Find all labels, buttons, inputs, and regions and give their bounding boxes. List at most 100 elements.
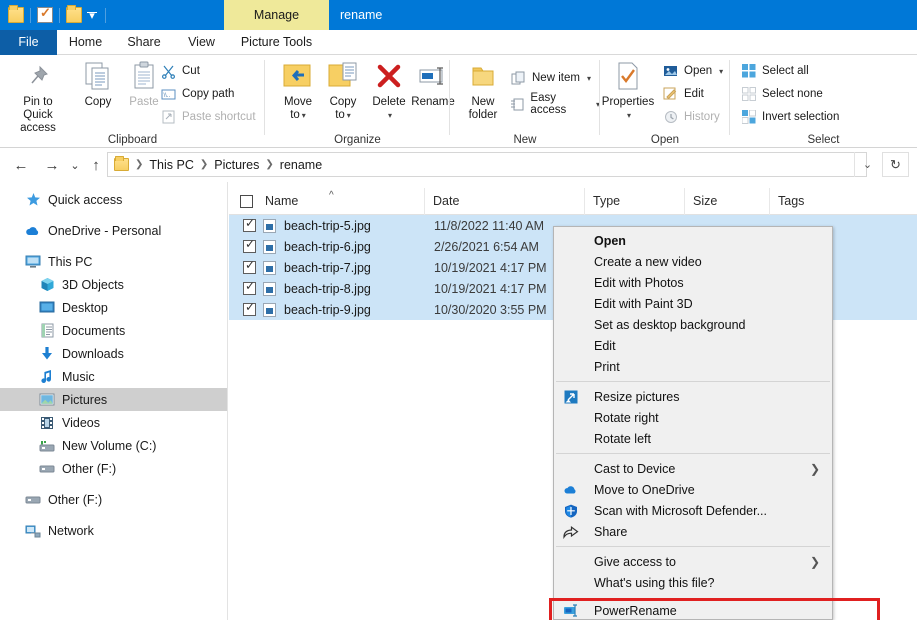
qat-divider (105, 7, 106, 23)
menu-label: PowerRename (594, 603, 677, 618)
address-dropdown-icon[interactable]: ⌄ (854, 152, 880, 177)
sidebar-item-onedrive[interactable]: OneDrive - Personal (0, 219, 227, 242)
folder-icon[interactable] (8, 5, 24, 23)
menu-item-rotate-left[interactable]: Rotate left (554, 428, 832, 449)
sidebar-item-videos[interactable]: Videos (0, 411, 227, 434)
tab-picture-tools[interactable]: Picture Tools (229, 30, 324, 55)
sidebar-item-other-f-child[interactable]: Other (F:) (0, 457, 227, 480)
column-header-size[interactable]: Size (684, 188, 769, 215)
sidebar-item-new-volume-c[interactable]: New Volume (C:) (0, 434, 227, 457)
menu-item-scan-with-microsoft-defender[interactable]: Scan with Microsoft Defender... (554, 500, 832, 521)
history-button[interactable]: History (662, 106, 720, 128)
breadcrumb-rename[interactable]: rename (280, 158, 322, 172)
easy-access-button[interactable]: Easy access ▾ (510, 92, 600, 116)
menu-item-powerrename[interactable]: PowerRename (554, 600, 832, 620)
row-checkbox[interactable] (243, 300, 256, 316)
desktop-icon (38, 300, 56, 316)
select-none-button[interactable]: Select none (740, 83, 823, 105)
menu-item-cast-to-device[interactable]: Cast to Device ❯ (554, 458, 832, 479)
menu-label: Set as desktop background (594, 317, 746, 332)
menu-label: Print (594, 359, 620, 374)
sidebar-label: New Volume (C:) (62, 438, 157, 453)
column-header-type[interactable]: Type (584, 188, 684, 215)
menu-item-open[interactable]: Open (554, 230, 832, 251)
row-checkbox[interactable] (243, 216, 256, 232)
row-checkbox[interactable] (243, 279, 256, 295)
delete-caret-icon[interactable]: ▾ (363, 109, 417, 122)
menu-icon-placeholder (560, 275, 582, 291)
sidebar-item-pictures[interactable]: Pictures (0, 388, 227, 411)
menu-item-share[interactable]: Share (554, 521, 832, 542)
open-picture-icon (662, 63, 679, 79)
address-bar[interactable]: ❯ This PC ❯ Pictures ❯ rename (107, 152, 867, 177)
new-item-caret-icon[interactable]: ▾ (587, 74, 591, 83)
tab-share[interactable]: Share (114, 30, 174, 55)
quick-access-toolbar[interactable] (8, 0, 109, 30)
column-header-tags[interactable]: Tags (769, 188, 917, 215)
tab-home[interactable]: Home (57, 30, 114, 55)
sidebar-item-this-pc[interactable]: This PC (0, 250, 227, 273)
menu-item-print[interactable]: Print (554, 356, 832, 377)
up-button[interactable]: ↑ (85, 154, 107, 176)
new-folder-button[interactable]: New folder (455, 59, 511, 122)
menu-item-edit-with-photos[interactable]: Edit with Photos (554, 272, 832, 293)
properties-caret-icon[interactable]: ▾ (602, 109, 656, 122)
select-all-checkbox[interactable] (240, 195, 253, 208)
column-header-name[interactable]: Name (229, 188, 424, 215)
properties-button[interactable]: Properties ▾ (600, 59, 656, 122)
menu-item-edit[interactable]: Edit (554, 335, 832, 356)
sidebar-item-downloads[interactable]: Downloads (0, 342, 227, 365)
menu-item-give-access-to[interactable]: Give access to ❯ (554, 551, 832, 572)
breadcrumb-pictures[interactable]: Pictures (214, 158, 259, 172)
select-all-button[interactable]: Select all (740, 60, 809, 82)
menu-icon-placeholder (560, 338, 582, 354)
recent-locations-button[interactable]: ⌄ (64, 154, 86, 176)
column-header-date[interactable]: Date (424, 188, 569, 215)
menu-item-set-as-desktop-background[interactable]: Set as desktop background (554, 314, 832, 335)
sidebar-item-3d-objects[interactable]: 3D Objects (0, 273, 227, 296)
back-button[interactable]: ← (10, 154, 32, 176)
menu-item-rotate-right[interactable]: Rotate right (554, 407, 832, 428)
menu-label: What's using this file? (594, 575, 715, 590)
contextual-tab-manage[interactable]: Manage (224, 0, 329, 30)
ribbon-group-clipboard: Pin to Quick access Copy Paste Cut \\.. … (0, 55, 265, 148)
menu-item-move-to-onedrive[interactable]: Move to OneDrive (554, 479, 832, 500)
menu-item-resize-pictures[interactable]: Resize pictures (554, 386, 832, 407)
forward-button[interactable]: → (41, 154, 63, 176)
sidebar-label: Network (48, 523, 94, 538)
cut-button[interactable]: Cut (160, 60, 200, 82)
menu-icon-placeholder (560, 554, 582, 570)
sidebar-item-network[interactable]: Network (0, 519, 227, 542)
tab-file[interactable]: File (0, 30, 57, 55)
tab-view[interactable]: View (174, 30, 229, 55)
sidebar-item-music[interactable]: Music (0, 365, 227, 388)
open-caret-icon[interactable]: ▾ (719, 67, 723, 76)
share-icon (560, 524, 582, 540)
sidebar-item-other-f[interactable]: Other (F:) (0, 488, 227, 511)
row-checkbox[interactable] (243, 237, 256, 253)
edit-button[interactable]: Edit (662, 83, 704, 105)
open-button[interactable]: Open ▾ (662, 60, 723, 82)
properties-icon[interactable] (37, 5, 53, 23)
menu-separator (556, 453, 830, 454)
computer-icon (24, 254, 42, 270)
menu-icon-placeholder (560, 233, 582, 249)
select-none-icon (740, 86, 757, 102)
invert-selection-button[interactable]: Invert selection (740, 106, 839, 128)
paste-shortcut-button[interactable]: Paste shortcut (160, 106, 256, 128)
sidebar-item-desktop[interactable]: Desktop (0, 296, 227, 319)
context-menu[interactable]: Open Create a new video Edit with Photos… (553, 226, 833, 620)
row-checkbox[interactable] (243, 258, 256, 274)
sidebar-item-documents[interactable]: Documents (0, 319, 227, 342)
copy-path-button[interactable]: \\.. Copy path (160, 83, 234, 105)
menu-item-edit-with-paint-3d[interactable]: Edit with Paint 3D (554, 293, 832, 314)
new-item-button[interactable]: New item ▾ (510, 67, 591, 89)
menu-item-create-a-new-video[interactable]: Create a new video (554, 251, 832, 272)
pin-to-quick-access-button[interactable]: Pin to Quick access (10, 59, 66, 135)
sidebar-item-quick-access[interactable]: Quick access (0, 188, 227, 211)
refresh-button[interactable]: ↻ (882, 152, 909, 177)
menu-item-whats-using-this-file[interactable]: What's using this file? (554, 572, 832, 593)
new-folder-icon[interactable] (66, 5, 82, 23)
breadcrumb-this-pc[interactable]: This PC (149, 158, 193, 172)
customize-caret-icon[interactable] (85, 7, 99, 23)
